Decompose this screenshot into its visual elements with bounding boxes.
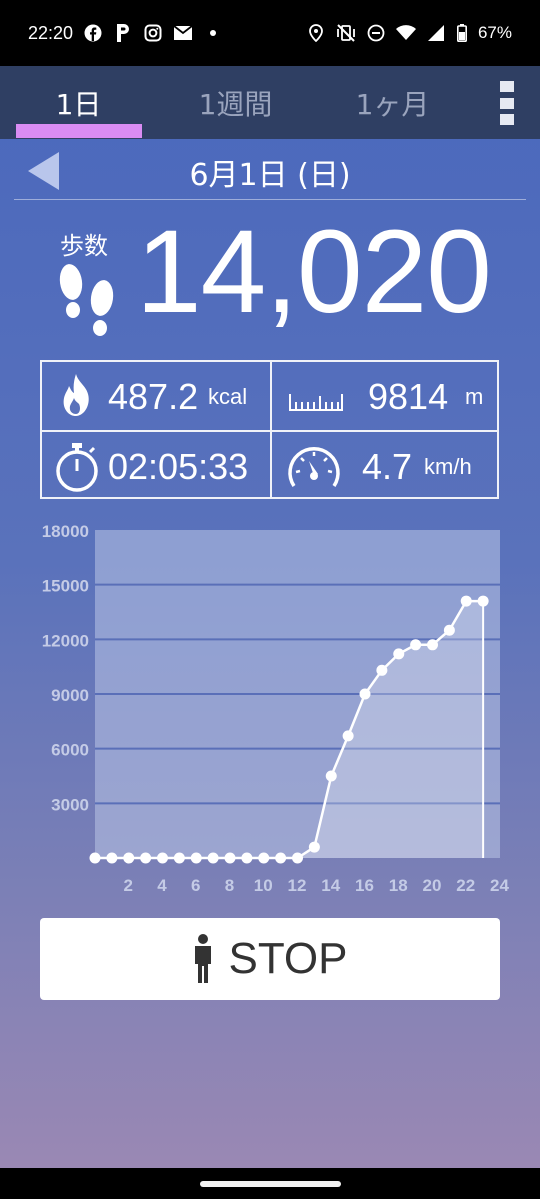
stats-grid: 487.2 kcal 9814 m 02:05:33 4.7 km/h — [40, 360, 499, 499]
data-point — [275, 852, 287, 864]
x-tick-label: 16 — [355, 876, 374, 895]
distance-value: 9814 — [368, 376, 449, 417]
data-point — [308, 841, 320, 853]
instagram-icon — [143, 23, 163, 43]
x-tick-label: 18 — [389, 876, 408, 895]
x-tick-label: 22 — [456, 876, 475, 895]
stop-button-label: STOP — [228, 934, 348, 983]
ruler-icon — [289, 394, 343, 411]
calories-unit: kcal — [208, 384, 248, 409]
speedometer-icon — [288, 446, 340, 487]
x-tick-label: 12 — [288, 876, 307, 895]
duration-value: 02:05:33 — [108, 446, 249, 487]
tab-day-label: 1日 — [55, 87, 102, 121]
data-point — [460, 595, 472, 607]
date-navigator: 6月1日 (日) — [14, 146, 526, 200]
data-point — [342, 730, 354, 742]
status-time: 22:20 — [28, 22, 74, 43]
data-point — [292, 852, 303, 864]
data-point — [106, 852, 118, 864]
data-point — [410, 639, 422, 651]
tab-month-label: 1ヶ月 — [355, 87, 430, 121]
y-tick-label: 9000 — [51, 686, 89, 705]
x-tick-label: 2 — [124, 876, 133, 895]
facebook-icon — [83, 23, 103, 43]
data-point — [140, 852, 152, 864]
distance-cell: 9814 m — [270, 362, 499, 430]
data-point — [241, 852, 253, 864]
dot-icon — [203, 23, 223, 43]
data-point — [477, 595, 489, 607]
system-nav-bar — [0, 1168, 540, 1199]
data-point — [173, 852, 185, 864]
flame-icon — [63, 374, 89, 416]
stop-button[interactable]: STOP — [40, 918, 500, 1000]
pedometer-app: 1日 1週間 1ヶ月 6月1日 (日) 歩数 14,020 487.2 kcal… — [0, 66, 540, 1168]
speed-cell: 4.7 km/h — [270, 430, 499, 498]
previous-day-button[interactable] — [26, 150, 62, 192]
battery-percent: 67% — [477, 23, 512, 42]
data-point — [190, 852, 202, 864]
parking-icon — [113, 23, 133, 43]
mail-icon — [173, 23, 193, 43]
data-point — [443, 624, 455, 636]
data-point — [89, 852, 101, 864]
y-tick-label: 15000 — [42, 577, 89, 596]
calories-value: 487.2 — [108, 376, 199, 417]
home-gesture-bar[interactable] — [200, 1181, 341, 1187]
steps-count: 14,020 — [136, 206, 492, 338]
y-tick-label: 12000 — [42, 631, 89, 650]
battery-icon — [456, 23, 468, 43]
data-point — [224, 852, 236, 864]
distance-unit: m — [465, 384, 484, 409]
active-tab-indicator — [16, 124, 142, 138]
signal-icon — [426, 23, 446, 43]
person-icon — [195, 934, 212, 983]
x-tick-label: 14 — [321, 876, 340, 895]
vibrate-off-icon — [336, 23, 356, 43]
duration-cell: 02:05:33 — [42, 430, 270, 498]
data-point — [359, 688, 371, 700]
arrow-left-icon — [28, 152, 59, 190]
tab-week-label: 1週間 — [198, 87, 273, 121]
speed-value: 4.7 — [362, 446, 413, 487]
y-tick-label: 6000 — [51, 741, 89, 760]
x-tick-label: 8 — [225, 876, 234, 895]
wifi-icon — [395, 23, 416, 43]
y-tick-label: 3000 — [51, 795, 89, 814]
x-tick-label: 20 — [423, 876, 442, 895]
location-icon — [306, 23, 326, 43]
x-tick-label: 4 — [157, 876, 167, 895]
x-tick-label: 10 — [254, 876, 273, 895]
tab-week[interactable]: 1週間 — [157, 66, 314, 139]
calories-cell: 487.2 kcal — [42, 362, 270, 430]
speed-unit: km/h — [424, 454, 472, 479]
hourly-steps-chart: 3000600090001200015000180002 4 6 8 10 12 14 16 1… — [42, 522, 510, 895]
data-point — [123, 852, 135, 864]
period-tab-bar: 1日 1週間 1ヶ月 — [0, 66, 540, 139]
data-point — [376, 664, 388, 676]
steps-label: 歩数 — [60, 232, 108, 260]
status-bar: 22:20 67% — [0, 0, 540, 66]
data-point — [207, 852, 219, 864]
tab-month[interactable]: 1ヶ月 — [314, 66, 471, 139]
dnd-icon — [366, 23, 386, 43]
overflow-menu-button[interactable] — [500, 81, 514, 125]
x-tick-label: 6 — [191, 876, 200, 895]
footprints-icon — [56, 262, 120, 340]
x-tick-label: 24 — [490, 876, 509, 895]
data-point — [157, 852, 168, 864]
data-point — [325, 770, 337, 782]
current-date: 6月1日 (日) — [189, 158, 351, 193]
y-tick-label: 18000 — [42, 522, 89, 541]
data-point — [393, 648, 405, 660]
data-point — [427, 639, 438, 651]
stopwatch-icon — [56, 443, 98, 492]
data-point — [258, 852, 270, 864]
